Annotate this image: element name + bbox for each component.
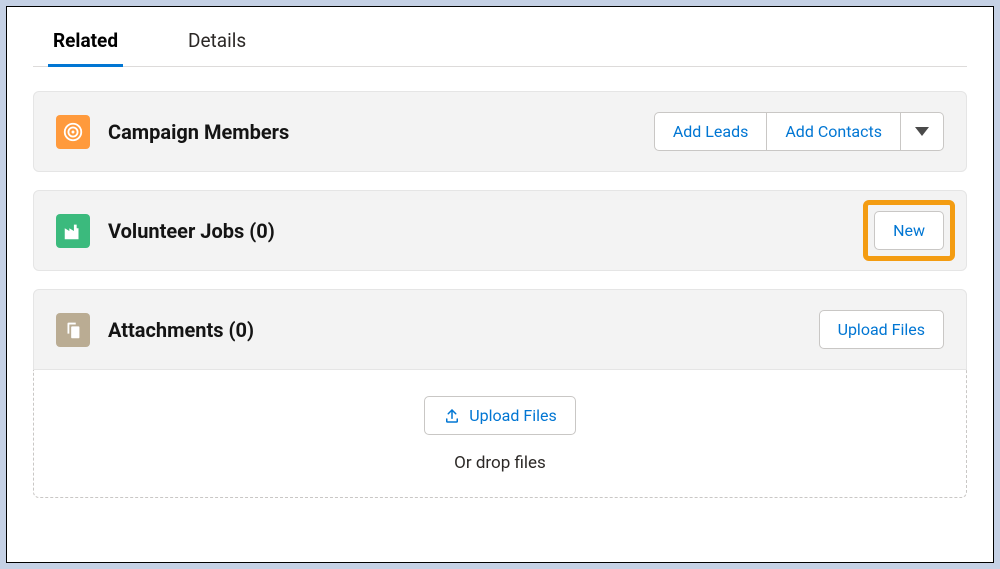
dropzone-upload-label: Upload Files (469, 406, 556, 425)
campaign-members-actions: Add Leads Add Contacts (654, 112, 944, 151)
campaign-members-title: Campaign Members (108, 120, 289, 144)
tab-details[interactable]: Details (188, 17, 246, 66)
dropzone-hint: Or drop files (454, 453, 546, 473)
new-button-highlight: New (863, 200, 955, 261)
volunteer-jobs-card: Volunteer Jobs (0) New (33, 190, 967, 271)
attachments-card: Attachments (0) Upload Files (33, 289, 967, 370)
card-header-left: Volunteer Jobs (0) (56, 214, 863, 248)
documents-icon (56, 313, 90, 347)
upload-icon (443, 407, 461, 425)
volunteer-jobs-title: Volunteer Jobs (0) (108, 219, 275, 243)
new-volunteer-job-button[interactable]: New (874, 211, 944, 250)
add-contacts-button[interactable]: Add Contacts (767, 112, 901, 151)
detail-tabs: Related Details (33, 17, 967, 67)
dropzone-inner: Upload Files Or drop files (34, 396, 966, 473)
related-panel: Related Details Campaign Members Add Lea… (6, 6, 994, 563)
related-cards: Campaign Members Add Leads Add Contacts … (33, 91, 967, 498)
card-header-left: Attachments (0) (56, 313, 819, 347)
dropzone-upload-button[interactable]: Upload Files (424, 396, 575, 435)
more-actions-dropdown[interactable] (901, 112, 944, 151)
target-icon (56, 115, 90, 149)
upload-files-button[interactable]: Upload Files (819, 310, 944, 349)
attachments-dropzone[interactable]: Upload Files Or drop files (33, 370, 967, 498)
add-leads-button[interactable]: Add Leads (654, 112, 768, 151)
chevron-down-icon (915, 127, 929, 136)
tab-related[interactable]: Related (53, 17, 118, 66)
card-header-left: Campaign Members (56, 115, 654, 149)
attachments-title: Attachments (0) (108, 318, 254, 342)
campaign-members-card: Campaign Members Add Leads Add Contacts (33, 91, 967, 172)
factory-icon (56, 214, 90, 248)
